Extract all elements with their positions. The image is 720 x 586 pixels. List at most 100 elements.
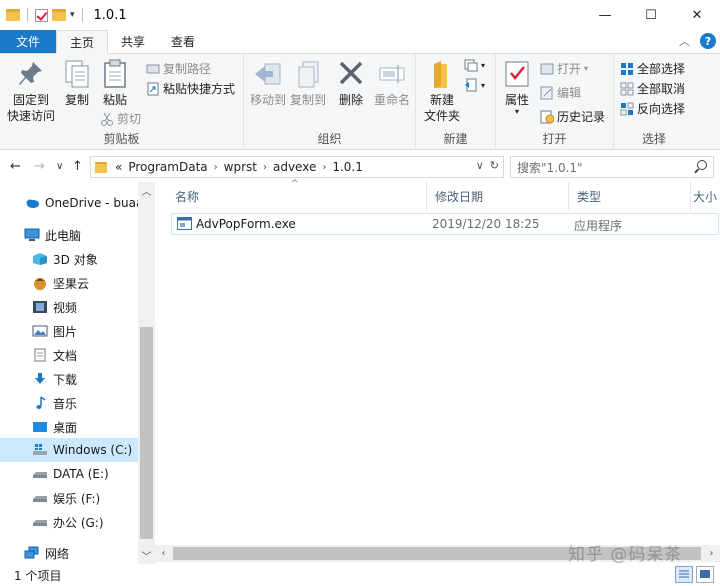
tab-file[interactable]: 文件 bbox=[0, 30, 57, 53]
nav-item-network[interactable]: 网络 bbox=[0, 541, 138, 565]
scroll-left-icon[interactable]: ‹ bbox=[155, 545, 172, 562]
properties-check-icon[interactable] bbox=[35, 8, 48, 22]
nav-item-3d-objects[interactable]: 3D 对象 bbox=[0, 247, 138, 271]
invert-selection-button[interactable]: 反向选择 bbox=[620, 100, 685, 117]
paste-shortcut-button[interactable]: 粘贴快捷方式 bbox=[146, 80, 235, 97]
nav-item-onedrive[interactable]: OneDrive - buaa bbox=[0, 191, 138, 215]
scissors-icon bbox=[100, 112, 114, 126]
refresh-icon[interactable]: ↻ bbox=[490, 159, 499, 172]
tab-home[interactable]: 主页 bbox=[56, 30, 109, 54]
select-none-button[interactable]: 全部取消 bbox=[620, 80, 685, 97]
nav-item-entertainment-f[interactable]: 娱乐 (F:) bbox=[0, 486, 138, 510]
nav-pane-scrollbar[interactable]: ︿ ﹀ bbox=[138, 182, 155, 564]
properties-button[interactable]: 属性 ▾ bbox=[502, 58, 532, 116]
copy-button[interactable]: 复制 bbox=[62, 58, 92, 108]
nav-item-office-g[interactable]: 办公 (G:) bbox=[0, 510, 138, 534]
column-header-type[interactable]: 类型 bbox=[569, 182, 691, 210]
breadcrumb-item[interactable]: advexe bbox=[273, 160, 316, 174]
delete-button[interactable]: 删除 bbox=[336, 58, 366, 108]
help-icon[interactable]: ? bbox=[700, 33, 716, 49]
recent-locations-chevron-down-icon[interactable]: ∨ bbox=[56, 161, 63, 172]
copy-to-button[interactable]: 复制到 bbox=[288, 58, 328, 108]
nav-item-this-pc[interactable]: 此电脑 bbox=[0, 223, 138, 247]
scroll-down-icon[interactable]: ﹀ bbox=[138, 547, 155, 564]
nav-item-windows-c[interactable]: Windows (C:) bbox=[0, 438, 138, 462]
new-folder-button[interactable]: 新建 文件夹 bbox=[422, 58, 462, 124]
edit-button[interactable]: 编辑 bbox=[540, 84, 581, 101]
document-icon bbox=[32, 348, 48, 362]
column-header-date[interactable]: 修改日期 bbox=[427, 182, 569, 210]
navigation-bar: ← → ∨ ↑ « ProgramData › wprst › advexe ›… bbox=[0, 152, 720, 182]
easy-access-button[interactable]: ▾ bbox=[464, 78, 485, 92]
chevron-right-icon[interactable]: › bbox=[214, 162, 218, 173]
tab-view[interactable]: 查看 bbox=[158, 30, 208, 53]
nav-item-documents[interactable]: 文档 bbox=[0, 343, 138, 367]
up-button[interactable]: ↑ bbox=[72, 159, 83, 174]
breadcrumb-overflow[interactable]: « bbox=[115, 160, 122, 174]
large-icons-view-button[interactable] bbox=[696, 566, 714, 583]
move-to-button[interactable]: 移动到 bbox=[248, 58, 288, 108]
select-all-button[interactable]: 全部选择 bbox=[620, 60, 685, 77]
breadcrumb-item[interactable]: ProgramData bbox=[128, 160, 207, 174]
close-button[interactable]: ✕ bbox=[674, 0, 720, 30]
nav-item-desktop[interactable]: 桌面 bbox=[0, 415, 138, 439]
large-icons-view-icon bbox=[700, 570, 710, 578]
address-bar[interactable]: « ProgramData › wprst › advexe › 1.0.1 ∨… bbox=[90, 156, 504, 178]
folder-icon bbox=[95, 161, 107, 173]
open-button[interactable]: 打开 ▾ bbox=[540, 60, 588, 77]
open-group-label: 打开 bbox=[542, 132, 567, 146]
select-none-icon bbox=[620, 82, 634, 96]
quick-access-toolbar: ▾ bbox=[0, 0, 86, 30]
file-list: ^ 名称 修改日期 类型 大小 AdvPopForm.exe 2019/12/2… bbox=[155, 179, 720, 564]
history-button[interactable]: 历史记录 bbox=[540, 108, 605, 125]
maximize-button[interactable]: ☐ bbox=[628, 0, 674, 30]
new-item-icon bbox=[464, 58, 478, 72]
ribbon-tabs: 文件 主页 共享 查看 ︿ ? bbox=[0, 30, 720, 54]
nav-item-music[interactable]: 音乐 bbox=[0, 391, 138, 415]
chevron-right-icon[interactable]: › bbox=[263, 162, 267, 173]
search-input[interactable]: 搜索"1.0.1" bbox=[510, 156, 714, 178]
address-history-chevron-down-icon[interactable]: ∨ bbox=[476, 159, 484, 172]
new-folder-icon bbox=[427, 58, 457, 90]
breadcrumb-item[interactable]: 1.0.1 bbox=[332, 160, 363, 174]
status-bar: 1 个项目 bbox=[0, 564, 720, 586]
table-row[interactable]: AdvPopForm.exe 2019/12/20 18:25 应用程序 bbox=[171, 213, 719, 235]
cut-button[interactable]: 剪切 bbox=[100, 110, 141, 127]
rename-button[interactable]: 重命名 bbox=[372, 58, 412, 108]
scroll-right-icon[interactable]: › bbox=[703, 545, 720, 562]
scrollbar-thumb[interactable] bbox=[140, 327, 153, 539]
collapse-ribbon-icon[interactable]: ︿ bbox=[679, 33, 690, 49]
nav-item-downloads[interactable]: 下载 bbox=[0, 367, 138, 391]
paste-button[interactable]: 粘贴 bbox=[100, 58, 130, 108]
nav-item-data-e[interactable]: DATA (E:) bbox=[0, 462, 138, 486]
chevron-down-icon[interactable]: ▾ bbox=[70, 10, 75, 20]
forward-button[interactable]: → bbox=[34, 159, 45, 174]
breadcrumb-item[interactable]: wprst bbox=[224, 160, 257, 174]
copy-path-button[interactable]: 复制路径 bbox=[146, 60, 211, 77]
back-button[interactable]: ← bbox=[10, 159, 21, 174]
nav-item-pictures[interactable]: 图片 bbox=[0, 319, 138, 343]
column-header-name[interactable]: 名称 bbox=[167, 182, 427, 210]
edit-icon bbox=[540, 86, 554, 100]
select-all-icon bbox=[620, 62, 634, 76]
move-to-icon bbox=[253, 58, 283, 90]
tab-share[interactable]: 共享 bbox=[108, 30, 158, 53]
nav-item-nutstore[interactable]: 坚果云 bbox=[0, 271, 138, 295]
new-folder-icon[interactable] bbox=[52, 9, 66, 21]
scroll-up-icon[interactable]: ︿ bbox=[138, 182, 155, 199]
rename-icon bbox=[377, 58, 407, 90]
history-icon bbox=[540, 110, 555, 124]
network-icon bbox=[24, 546, 40, 560]
nav-item-videos[interactable]: 视频 bbox=[0, 295, 138, 319]
select-group-label: 选择 bbox=[641, 132, 666, 146]
chevron-right-icon[interactable]: › bbox=[322, 162, 326, 173]
pin-quick-access-button[interactable]: 固定到 快速访问 bbox=[6, 58, 56, 124]
minimize-button[interactable]: — bbox=[582, 0, 628, 30]
open-icon bbox=[540, 62, 554, 76]
divider bbox=[81, 8, 83, 22]
new-item-button[interactable]: ▾ bbox=[464, 58, 485, 72]
file-date: 2019/12/20 18:25 bbox=[432, 217, 540, 231]
video-icon bbox=[32, 300, 48, 314]
details-view-button[interactable] bbox=[675, 566, 693, 583]
column-header-size[interactable]: 大小 bbox=[685, 182, 720, 210]
